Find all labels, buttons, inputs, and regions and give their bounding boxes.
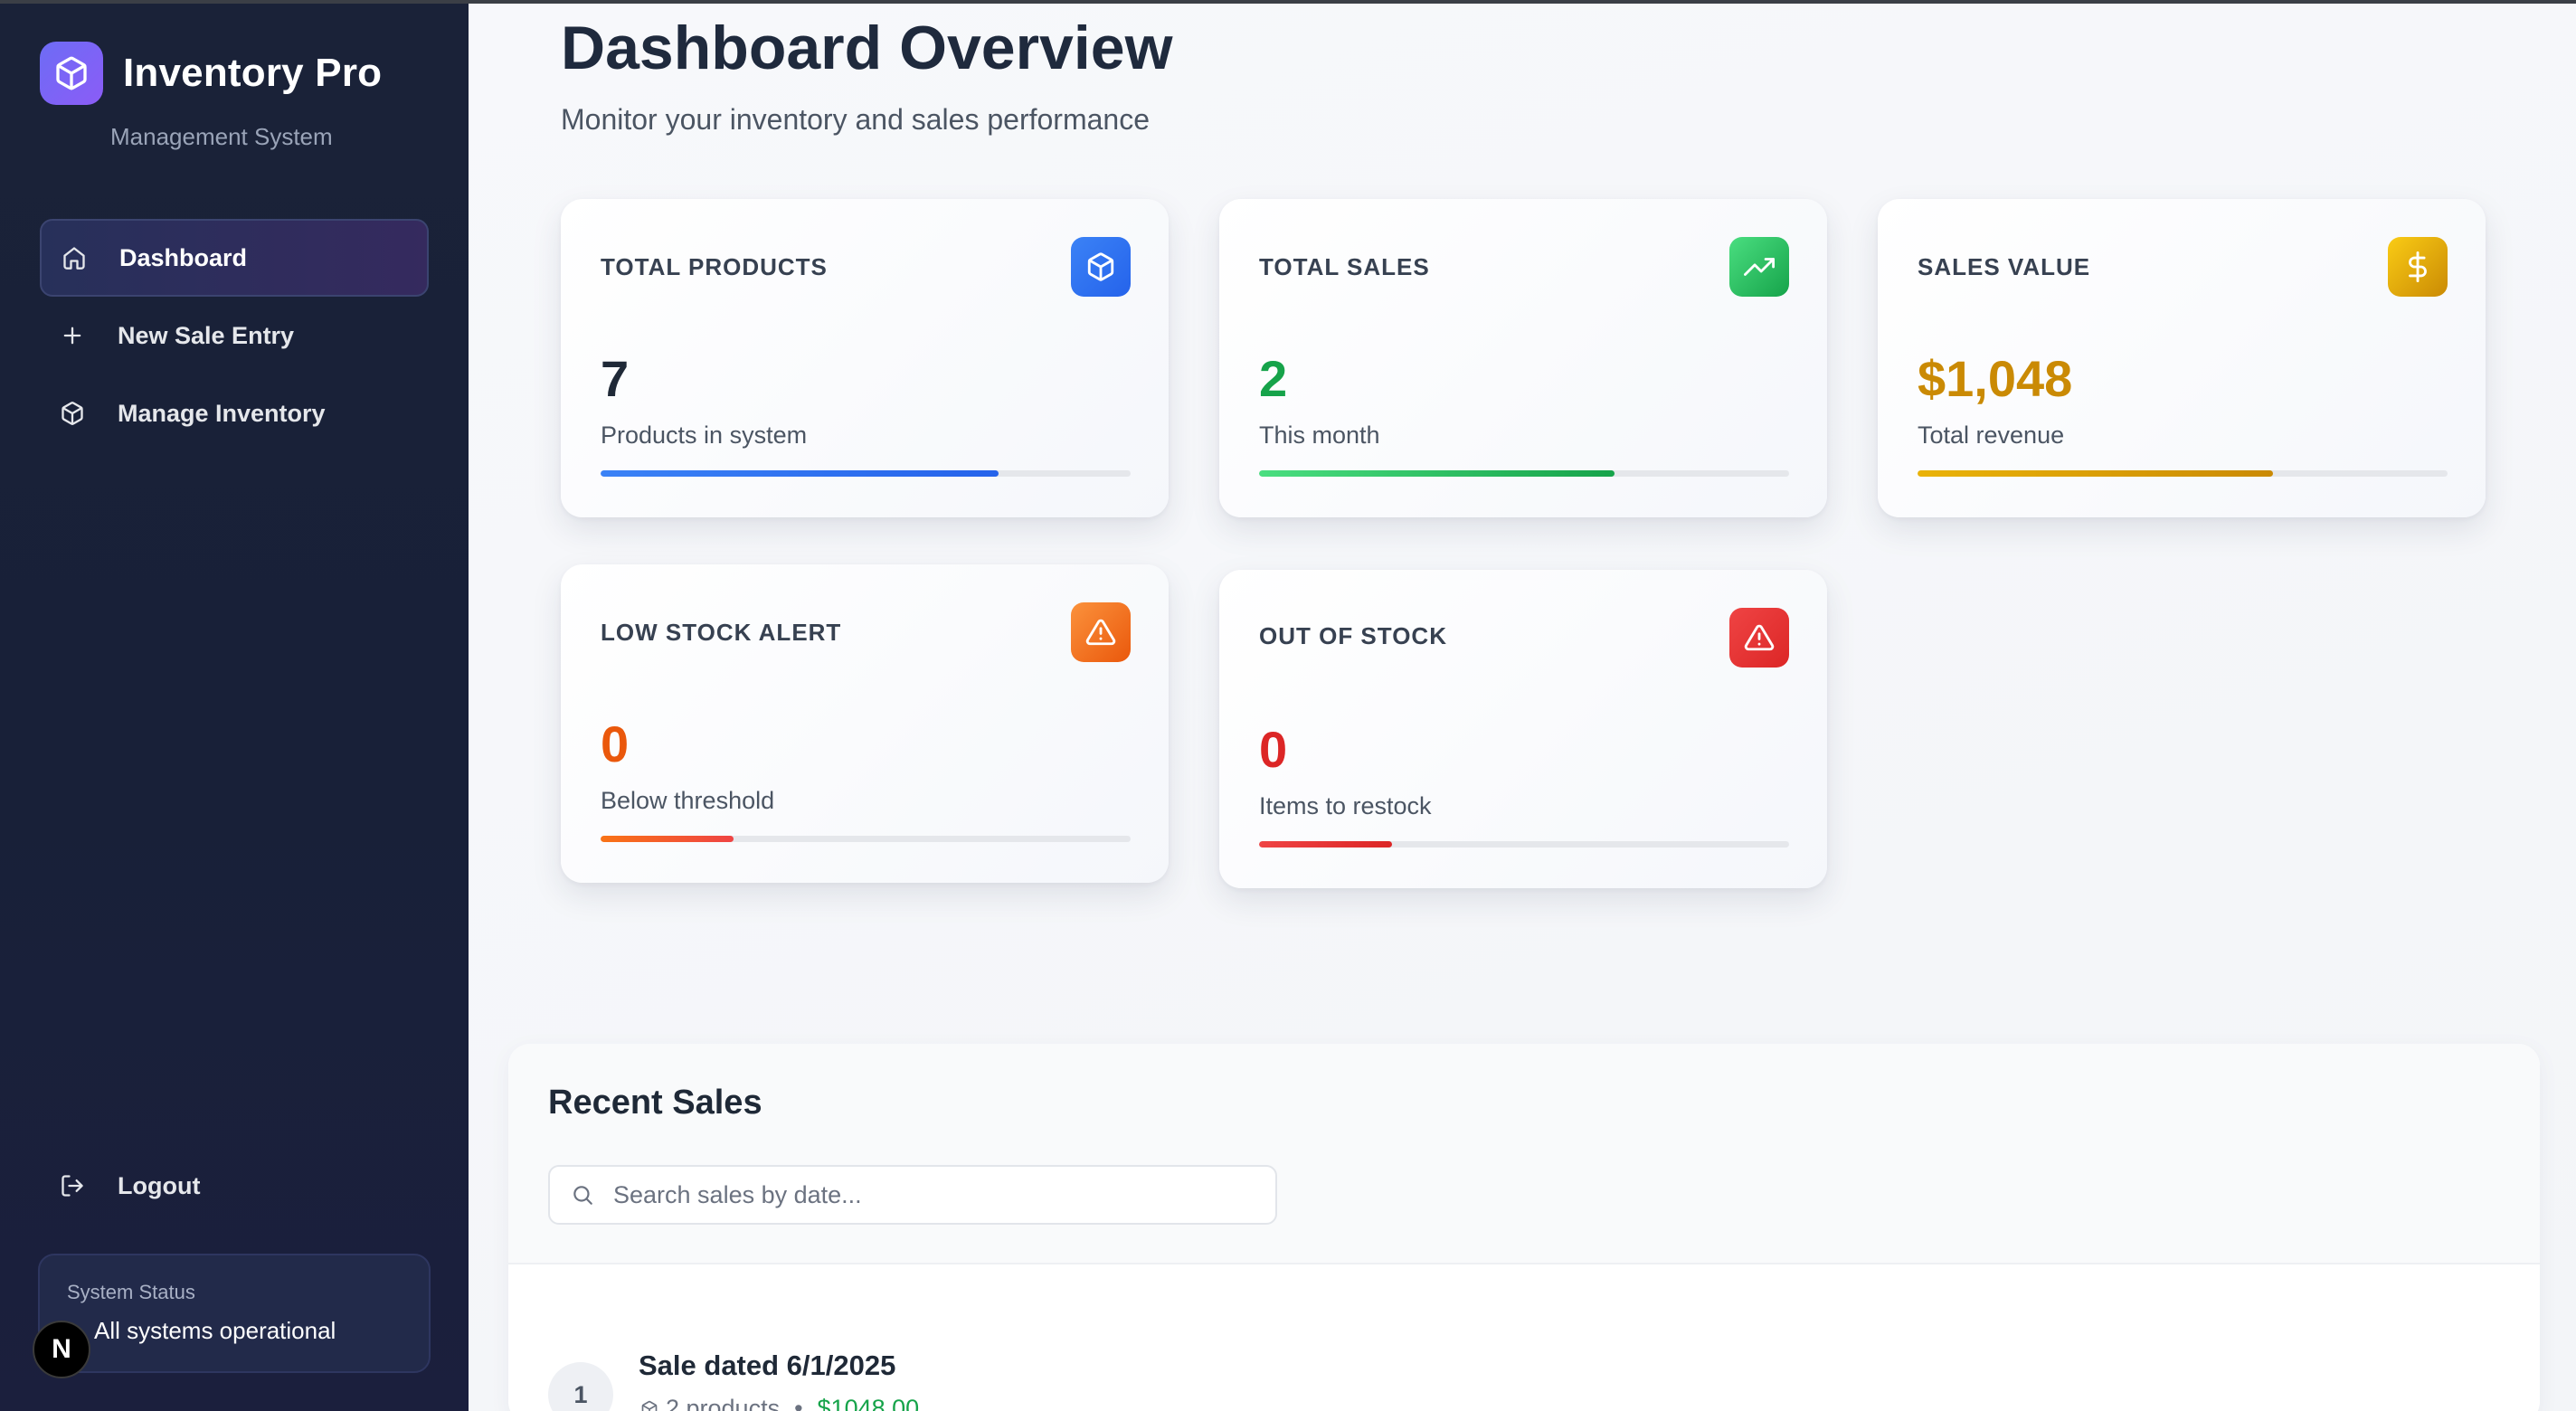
stat-progress-track xyxy=(601,836,1131,842)
stat-progress-fill xyxy=(1259,841,1392,848)
logout-button[interactable]: Logout xyxy=(40,1147,429,1225)
stat-card-label: This month xyxy=(1259,421,1380,449)
page-title: Dashboard Overview xyxy=(561,14,1173,82)
cube-icon xyxy=(58,399,87,428)
system-status-text: All systems operational xyxy=(94,1317,336,1344)
stat-card-low-stock-alert: LOW STOCK ALERT 0 Below threshold xyxy=(561,564,1169,883)
stat-card-title: LOW STOCK ALERT xyxy=(601,619,842,646)
cube-icon xyxy=(639,1398,660,1411)
sidebar-item-label: Manage Inventory xyxy=(118,399,326,427)
sale-title: Sale dated 6/1/2025 xyxy=(639,1349,896,1381)
system-status-title: System Status xyxy=(67,1281,195,1303)
stat-card-out-of-stock: OUT OF STOCK 0 Items to restock xyxy=(1219,570,1827,888)
brand[interactable]: Inventory Pro xyxy=(40,42,382,105)
stat-card-label: Products in system xyxy=(601,421,808,449)
home-icon xyxy=(60,243,89,272)
sale-product-count: 2 products xyxy=(666,1395,781,1411)
stat-card-value: 0 xyxy=(601,715,630,772)
stat-progress-track xyxy=(1918,470,2448,477)
dev-tools-badge[interactable]: N xyxy=(33,1321,90,1378)
brand-subtitle: Management System xyxy=(110,123,333,150)
sidebar-item-label: Dashboard xyxy=(119,243,248,271)
recent-sales-panel: Recent Sales 1 Sale dated 6/1/2025 xyxy=(508,1044,2540,1411)
stat-card-value: 0 xyxy=(1259,721,1288,778)
stat-progress-track xyxy=(1259,470,1789,477)
sale-amount: $1048.00 xyxy=(817,1395,920,1411)
search-input[interactable] xyxy=(613,1180,1246,1209)
stat-card-total-sales: TOTAL SALES 2 This month xyxy=(1219,199,1827,517)
stat-card-title: OUT OF STOCK xyxy=(1259,622,1447,649)
recent-sales-title: Recent Sales xyxy=(548,1084,762,1122)
sale-meta: 2 products • $1048.00 xyxy=(639,1395,919,1411)
system-status-panel: System Status All systems operational xyxy=(38,1254,431,1373)
sidebar-item-new-sale-entry[interactable]: New Sale Entry xyxy=(40,297,429,374)
cube-icon xyxy=(40,42,103,105)
stat-card-title: TOTAL PRODUCTS xyxy=(601,253,828,280)
search-icon xyxy=(570,1182,595,1207)
stat-card-total-products: TOTAL PRODUCTS 7 Products in system xyxy=(561,199,1169,517)
stat-progress-fill xyxy=(1918,470,2273,477)
plus-icon xyxy=(58,321,87,350)
search-box[interactable] xyxy=(548,1165,1277,1225)
sidebar: Inventory Pro Management System Dashboar… xyxy=(0,0,469,1411)
list-item[interactable]: 1 Sale dated 6/1/2025 2 products • $1048… xyxy=(548,1349,1634,1411)
separator-dot: • xyxy=(794,1395,803,1411)
recent-sales-header: Recent Sales xyxy=(508,1044,2540,1264)
logout-icon xyxy=(58,1171,87,1200)
main-content: Dashboard Overview Monitor your inventor… xyxy=(469,0,2576,1411)
alert-triangle-icon xyxy=(1729,608,1789,668)
sidebar-item-manage-inventory[interactable]: Manage Inventory xyxy=(40,374,429,452)
stat-progress-fill xyxy=(1259,470,1615,477)
stat-card-value: $1,048 xyxy=(1918,350,2073,407)
stat-progress-track xyxy=(601,470,1131,477)
trending-up-icon xyxy=(1729,237,1789,297)
stat-card-value: 2 xyxy=(1259,350,1288,407)
brand-title: Inventory Pro xyxy=(123,51,383,95)
dollar-icon xyxy=(2388,237,2448,297)
stat-card-title: TOTAL SALES xyxy=(1259,253,1430,280)
sale-index: 1 xyxy=(548,1362,613,1411)
sidebar-item-dashboard[interactable]: Dashboard xyxy=(40,219,429,297)
logout-label: Logout xyxy=(118,1171,201,1199)
window-top-border xyxy=(0,0,2576,4)
stat-progress-fill xyxy=(601,470,999,477)
stat-card-label: Items to restock xyxy=(1259,792,1432,819)
alert-triangle-icon xyxy=(1071,602,1131,662)
stat-progress-track xyxy=(1259,841,1789,848)
stat-progress-fill xyxy=(601,836,734,842)
page-subtitle: Monitor your inventory and sales perform… xyxy=(561,103,1150,136)
stat-card-title: SALES VALUE xyxy=(1918,253,2091,280)
sidebar-item-label: New Sale Entry xyxy=(118,321,295,349)
stat-card-label: Below threshold xyxy=(601,787,775,814)
stat-card-label: Total revenue xyxy=(1918,421,2065,449)
cube-icon xyxy=(1071,237,1131,297)
stat-card-sales-value: SALES VALUE $1,048 Total revenue xyxy=(1878,199,2486,517)
stat-card-value: 7 xyxy=(601,350,630,407)
